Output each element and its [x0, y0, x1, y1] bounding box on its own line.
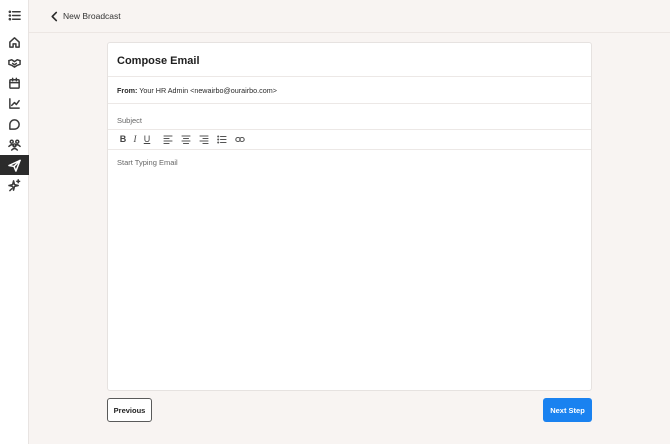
page-title: New Broadcast [63, 11, 121, 21]
chevron-left-icon [50, 11, 57, 22]
divider [108, 129, 591, 130]
link-button[interactable] [231, 133, 249, 145]
sidebar-item-analytics[interactable] [0, 93, 29, 113]
send-icon [8, 159, 21, 172]
from-line: From: Your HR Admin <newairbo@ourairbo.c… [117, 86, 277, 95]
align-right-icon [199, 134, 209, 144]
sidebar-item-team[interactable] [0, 134, 29, 154]
align-left-button[interactable] [159, 133, 177, 145]
previous-button[interactable]: Previous [107, 398, 152, 422]
bullet-list-icon [217, 134, 227, 144]
align-center-icon [181, 134, 191, 144]
align-left-icon [163, 134, 173, 144]
sidebar-item-home[interactable] [0, 32, 29, 52]
calendar-icon [9, 77, 20, 89]
top-bar: New Broadcast [29, 0, 670, 33]
sidebar-menu-toggle[interactable] [0, 5, 29, 25]
italic-button[interactable]: I [129, 133, 141, 145]
sidebar-item-partners[interactable] [0, 52, 29, 72]
link-icon [235, 136, 245, 142]
list-menu-icon [8, 9, 21, 21]
home-icon [9, 36, 20, 48]
sidebar-item-ai[interactable] [0, 175, 29, 195]
compose-email-card: Compose Email From: Your HR Admin <newai… [107, 42, 592, 391]
divider [108, 76, 591, 77]
bold-button[interactable]: B [117, 133, 129, 145]
email-body-editor[interactable] [117, 158, 582, 378]
divider [108, 149, 591, 150]
chart-icon [9, 97, 20, 109]
sparkle-icon [8, 178, 21, 191]
divider [108, 103, 591, 104]
chat-icon [9, 118, 20, 130]
underline-button[interactable]: U [141, 133, 153, 145]
from-value: Your HR Admin <newairbo@ourairbo.com> [139, 86, 277, 95]
team-icon [8, 138, 21, 151]
sidebar-item-messages[interactable] [0, 114, 29, 134]
from-label: From: [117, 86, 138, 95]
handshake-icon [8, 58, 21, 68]
subject-input[interactable] [117, 114, 582, 126]
formatting-toolbar: B I U [117, 133, 249, 145]
align-right-button[interactable] [195, 133, 213, 145]
bullet-list-button[interactable] [213, 133, 231, 145]
compose-title: Compose Email [117, 55, 200, 67]
sidebar-item-broadcast[interactable] [0, 155, 29, 175]
align-center-button[interactable] [177, 133, 195, 145]
sidebar [0, 0, 29, 444]
back-button[interactable] [48, 10, 60, 23]
sidebar-item-calendar[interactable] [0, 73, 29, 93]
next-step-button[interactable]: Next Step [543, 398, 592, 422]
